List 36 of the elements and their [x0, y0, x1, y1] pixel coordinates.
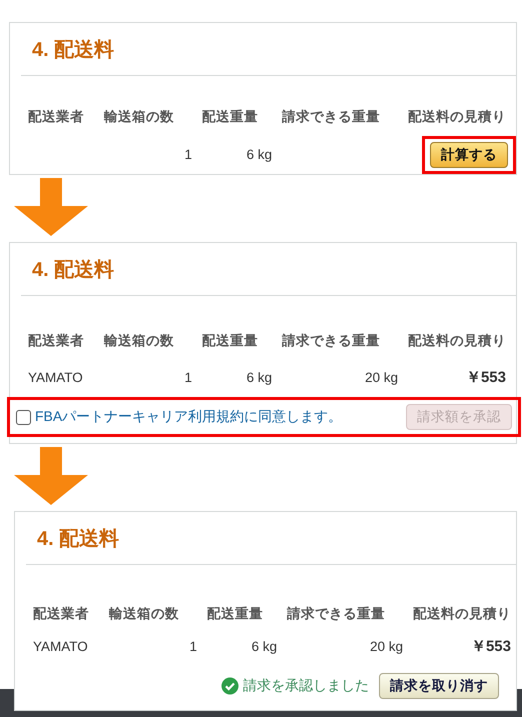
column-header: 配送業者: [28, 108, 85, 126]
table-cell-text: 6 kg: [245, 370, 272, 385]
column-header: 配送重量: [202, 108, 259, 126]
column-header: 配送業者: [33, 605, 90, 623]
column-header: 輸送箱の数: [104, 332, 175, 350]
table-cell-text: ￥553: [464, 368, 506, 387]
table-cell-text: 6 kg: [250, 639, 277, 654]
column-header: 配送業者: [28, 332, 85, 350]
table-cell-text: ￥553: [470, 637, 511, 656]
table-cell-text: 1: [183, 370, 192, 385]
section-title: 4. 配送料: [31, 38, 116, 63]
cancel-button[interactable]: 請求を取り消す: [379, 673, 499, 699]
down-arrow-icon: [14, 447, 88, 505]
column-header: 配送重量: [202, 332, 259, 350]
status-text: 請求を承認しました: [243, 677, 369, 695]
table-cell-text: 1: [183, 146, 192, 162]
calculate-button[interactable]: 計算する: [430, 142, 508, 168]
column-header: 請求できる重量: [282, 332, 381, 350]
section-title: 4. 配送料: [36, 527, 120, 552]
column-header: 輸送箱の数: [109, 605, 180, 623]
table-cell-text: YAMATO: [33, 639, 89, 654]
table-cell-text: 20 kg: [368, 639, 403, 654]
table-cell-text: 6 kg: [245, 146, 272, 162]
column-header: 輸送箱の数: [104, 108, 175, 126]
table-cell-text: YAMATO: [28, 370, 84, 385]
column-header: 配送料の見積り: [408, 108, 506, 126]
column-header: 請求できる重量: [287, 605, 386, 623]
section-title: 4. 配送料: [31, 258, 116, 283]
column-header: 配送料の見積り: [413, 605, 511, 623]
column-header: 配送重量: [207, 605, 264, 623]
table-cell-text: 1: [188, 639, 197, 654]
column-header: 配送料の見積り: [408, 332, 506, 350]
down-arrow-icon: [14, 178, 88, 236]
table-cell-text: 20 kg: [364, 370, 398, 385]
column-header: 請求できる重量: [282, 108, 381, 126]
check-circle-icon: [221, 677, 239, 695]
